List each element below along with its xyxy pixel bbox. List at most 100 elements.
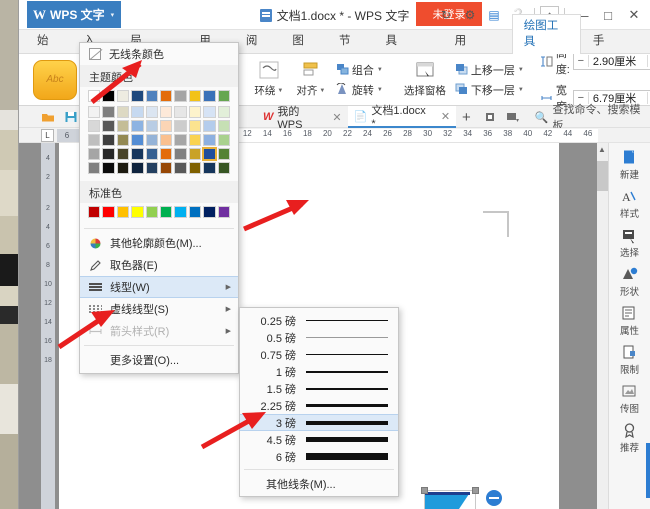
color-swatch[interactable]	[88, 162, 100, 174]
color-swatch[interactable]	[160, 134, 172, 146]
color-swatch[interactable]	[203, 162, 215, 174]
color-swatch[interactable]	[131, 90, 143, 102]
color-swatch[interactable]	[189, 134, 201, 146]
vertical-ruler[interactable]: 4224681012141618	[41, 143, 55, 509]
submenu-item-line-width[interactable]: 6 磅	[240, 448, 398, 465]
color-swatch[interactable]	[102, 206, 114, 218]
color-swatch[interactable]	[102, 120, 114, 132]
dock-item-选择[interactable]: 选择	[610, 227, 650, 259]
color-swatch[interactable]	[131, 134, 143, 146]
color-swatch[interactable]	[117, 206, 129, 218]
chevron-down-icon[interactable]: ▼	[518, 67, 524, 73]
color-swatch[interactable]	[160, 90, 172, 102]
color-swatch[interactable]	[88, 134, 100, 146]
scroll-up-icon[interactable]: ▲	[598, 145, 606, 154]
send-backward-button[interactable]: 下移一层 ▼	[451, 80, 528, 100]
color-swatch[interactable]	[160, 120, 172, 132]
color-swatch[interactable]	[117, 106, 129, 118]
tab-menu-icon[interactable]	[505, 110, 519, 124]
color-swatch[interactable]	[102, 148, 114, 160]
color-swatch[interactable]	[146, 134, 158, 146]
color-swatch[interactable]	[174, 106, 186, 118]
shape-style-gallery-item[interactable]: Abc	[33, 60, 77, 100]
color-swatch[interactable]	[218, 148, 230, 160]
group-button[interactable]: 组合 ▼	[332, 60, 387, 80]
open-icon[interactable]	[41, 110, 55, 124]
color-swatch[interactable]	[131, 148, 143, 160]
doc-tab-my-wps[interactable]: W 我的WPS ✕	[257, 106, 348, 128]
dock-item-推荐[interactable]: 推荐	[610, 422, 650, 454]
color-swatch[interactable]	[160, 162, 172, 174]
dock-item-限制[interactable]: 限制	[610, 344, 650, 376]
chevron-down-icon[interactable]: ▼	[518, 87, 524, 93]
doc-tab-document1[interactable]: 📄 文档1.docx * ✕	[348, 106, 456, 128]
color-swatch[interactable]	[131, 120, 143, 132]
save-icon[interactable]	[64, 110, 78, 124]
chevron-down-icon[interactable]: ▼	[377, 67, 383, 73]
height-stepper[interactable]: − 2.90厘米 +	[573, 54, 650, 70]
menu-item-dash-style[interactable]: 虚线线型(S) ▶	[80, 298, 238, 320]
color-swatch[interactable]	[189, 162, 201, 174]
scrollbar-thumb[interactable]	[597, 161, 608, 191]
dock-item-传图[interactable]: 传图	[610, 383, 650, 415]
dock-item-新建[interactable]: 新建	[610, 149, 650, 181]
dock-item-形状[interactable]: 形状	[610, 266, 650, 298]
settings-icon[interactable]: ⚙	[459, 3, 481, 27]
wrap-button[interactable]: 环绕 ▼	[248, 57, 290, 103]
sync-icon[interactable]: ↻	[435, 3, 457, 27]
color-swatch[interactable]	[203, 206, 215, 218]
menu-item-more-settings[interactable]: 更多设置(O)...	[80, 349, 238, 371]
submenu-item-line-width[interactable]: 2.25 磅	[240, 397, 398, 414]
rotate-button[interactable]: 旋转 ▼	[332, 80, 387, 100]
color-swatch[interactable]	[174, 162, 186, 174]
color-swatch[interactable]	[189, 90, 201, 102]
line-width-submenu[interactable]: 0.25 磅0.5 磅0.75 磅1 磅1.5 磅2.25 磅3 磅4.5 磅6…	[239, 307, 399, 497]
color-swatch[interactable]	[160, 106, 172, 118]
submenu-item-line-width[interactable]: 0.25 磅	[240, 312, 398, 329]
color-swatch[interactable]	[203, 120, 215, 132]
color-swatch[interactable]	[117, 120, 129, 132]
close-icon[interactable]: ✕	[332, 111, 341, 124]
chevron-down-icon[interactable]: ▼	[277, 88, 283, 94]
share-icon[interactable]: ▤	[483, 3, 505, 27]
color-swatch[interactable]	[146, 120, 158, 132]
color-swatch[interactable]	[218, 90, 230, 102]
color-swatch[interactable]	[117, 148, 129, 160]
maximize-icon[interactable]: □	[596, 3, 620, 27]
select-pane-button[interactable]: 选择窗格	[399, 57, 451, 103]
color-swatch[interactable]	[189, 148, 201, 160]
resize-handle-ne[interactable]	[472, 487, 479, 494]
color-swatch[interactable]	[174, 90, 186, 102]
theme-color-swatches[interactable]	[80, 87, 238, 181]
color-swatch[interactable]	[117, 90, 129, 102]
color-swatch[interactable]	[189, 106, 201, 118]
color-swatch[interactable]	[102, 134, 114, 146]
color-swatch[interactable]	[102, 106, 114, 118]
chevron-down-icon[interactable]: ▼	[319, 88, 325, 94]
height-value[interactable]: 2.90厘米	[589, 54, 647, 69]
color-swatch[interactable]	[203, 90, 215, 102]
color-swatch[interactable]	[88, 106, 100, 118]
resize-handle-nw[interactable]	[421, 487, 428, 494]
bring-forward-button[interactable]: 上移一层 ▼	[451, 60, 528, 80]
color-swatch[interactable]	[131, 106, 143, 118]
selected-shape[interactable]	[424, 490, 476, 509]
color-swatch[interactable]	[218, 162, 230, 174]
color-swatch[interactable]	[146, 206, 158, 218]
new-tab-button[interactable]: +	[456, 109, 477, 126]
color-swatch[interactable]	[160, 148, 172, 160]
color-swatch[interactable]	[218, 134, 230, 146]
align-button[interactable]: 对齐 ▼	[290, 57, 332, 103]
submenu-item-line-width[interactable]: 4.5 磅	[240, 431, 398, 448]
color-swatch[interactable]	[88, 148, 100, 160]
submenu-item-line-width[interactable]: 3 磅	[240, 414, 398, 431]
submenu-item-line-width[interactable]: 0.75 磅	[240, 346, 398, 363]
dock-item-属性[interactable]: 属性	[610, 305, 650, 337]
menu-item-no-line-color[interactable]: 无线条颜色	[80, 43, 238, 65]
color-swatch[interactable]	[160, 206, 172, 218]
layout-options-icon[interactable]	[486, 490, 502, 506]
close-icon[interactable]: ✕	[441, 110, 450, 123]
submenu-item-more-lines[interactable]: 其他线条(M)...	[240, 474, 398, 494]
menu-item-line-style[interactable]: 线型(W) ▶	[80, 276, 238, 298]
color-swatch[interactable]	[203, 148, 215, 160]
